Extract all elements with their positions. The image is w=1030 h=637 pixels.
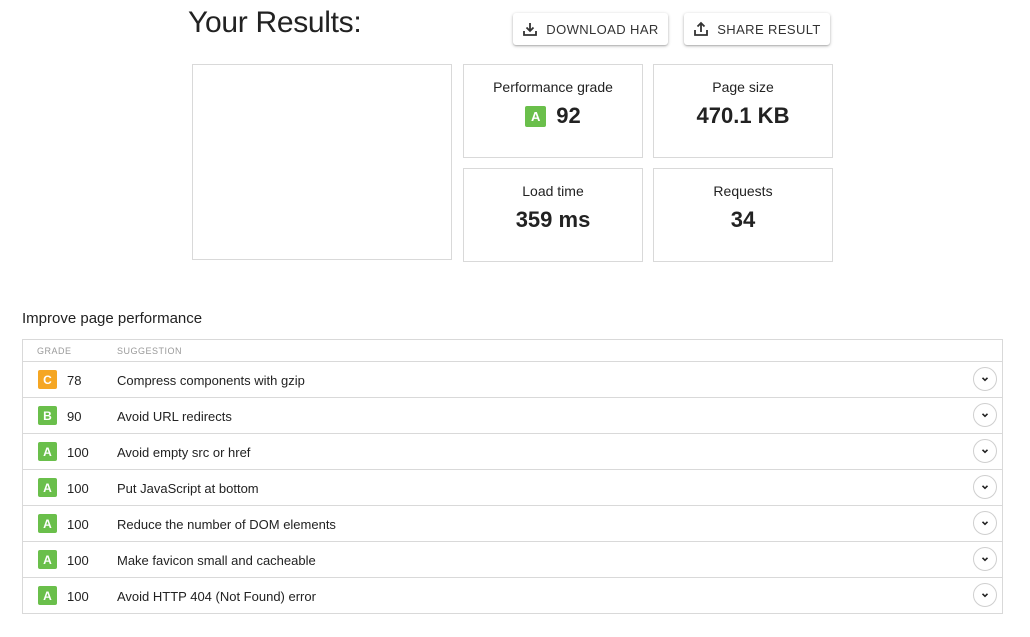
share-icon	[693, 21, 709, 37]
chevron-down-icon	[981, 449, 989, 454]
expand-row-button[interactable]	[973, 547, 997, 571]
table-row[interactable]: A 100 Reduce the number of DOM elements	[23, 506, 1002, 542]
requests-label: Requests	[713, 183, 773, 199]
chevron-down-icon	[981, 413, 989, 418]
table-row[interactable]: A 100 Avoid empty src or href	[23, 434, 1002, 470]
load-time-value: 359 ms	[515, 207, 591, 232]
requests-card: Requests 34	[653, 168, 833, 262]
chevron-down-icon	[981, 377, 989, 382]
download-har-button[interactable]: DOWNLOAD HAR	[513, 13, 668, 45]
requests-value: 34	[730, 207, 756, 232]
grade-score: 78	[67, 373, 82, 388]
page-size-label: Page size	[712, 79, 774, 95]
chevron-down-icon	[981, 557, 989, 562]
grade-badge: A	[38, 514, 57, 533]
table-row[interactable]: A 100 Avoid HTTP 404 (Not Found) error	[23, 578, 1002, 613]
suggestion-text: Avoid URL redirects	[117, 409, 232, 424]
expand-row-button[interactable]	[973, 511, 997, 535]
suggestion-text: Avoid empty src or href	[117, 445, 251, 460]
performance-grade-label: Performance grade	[493, 79, 613, 95]
page-size-card: Page size 470.1 KB	[653, 64, 833, 158]
grade-score: 90	[67, 409, 82, 424]
suggestion-text: Make favicon small and cacheable	[117, 553, 316, 568]
share-result-label: SHARE RESULT	[717, 21, 821, 37]
grade-score: 100	[67, 589, 89, 604]
suggestion-text: Compress components with gzip	[117, 373, 305, 388]
grade-badge: A	[525, 105, 547, 127]
load-time-card: Load time 359 ms	[463, 168, 643, 262]
page-size-value: 470.1 KB	[696, 103, 790, 128]
grade-badge: A	[38, 442, 57, 461]
grade-score: 100	[67, 553, 89, 568]
suggestion-text: Avoid HTTP 404 (Not Found) error	[117, 589, 316, 604]
table-header: GRADE SUGGESTION	[23, 340, 1002, 362]
improve-section-title: Improve page performance	[22, 310, 203, 327]
page-title: Your Results:	[188, 6, 362, 39]
grade-badge: A	[38, 478, 57, 497]
table-row[interactable]: C 78 Compress components with gzip	[23, 362, 1002, 398]
page-screenshot-preview	[192, 64, 452, 260]
suggestions-table: GRADE SUGGESTION C 78 Compress components …	[22, 339, 1003, 614]
expand-row-button[interactable]	[973, 475, 997, 499]
table-row[interactable]: B 90 Avoid URL redirects	[23, 398, 1002, 434]
performance-grade-value: 92	[556, 103, 581, 128]
suggestion-text: Reduce the number of DOM elements	[117, 517, 336, 532]
table-row[interactable]: A 100 Make favicon small and cacheable	[23, 542, 1002, 578]
grade-badge: C	[38, 370, 57, 389]
grade-badge: B	[38, 406, 57, 425]
grade-badge: A	[38, 550, 57, 569]
download-icon	[522, 21, 538, 37]
expand-row-button[interactable]	[973, 367, 997, 391]
expand-row-button[interactable]	[973, 439, 997, 463]
grade-score: 100	[67, 517, 89, 532]
grade-score: 100	[67, 445, 89, 460]
chevron-down-icon	[981, 521, 989, 526]
chevron-down-icon	[981, 593, 989, 598]
suggestion-text: Put JavaScript at bottom	[117, 481, 259, 496]
column-header-suggestion: SUGGESTION	[117, 346, 183, 356]
chevron-down-icon	[981, 485, 989, 490]
performance-grade-card: Performance grade A 92	[463, 64, 643, 158]
load-time-label: Load time	[522, 183, 584, 199]
grade-badge: A	[38, 586, 57, 605]
column-header-grade: GRADE	[37, 346, 72, 356]
download-har-label: DOWNLOAD HAR	[546, 21, 659, 37]
grade-score: 100	[67, 481, 89, 496]
expand-row-button[interactable]	[973, 403, 997, 427]
share-result-button[interactable]: SHARE RESULT	[684, 13, 830, 45]
table-row[interactable]: A 100 Put JavaScript at bottom	[23, 470, 1002, 506]
expand-row-button[interactable]	[973, 583, 997, 607]
